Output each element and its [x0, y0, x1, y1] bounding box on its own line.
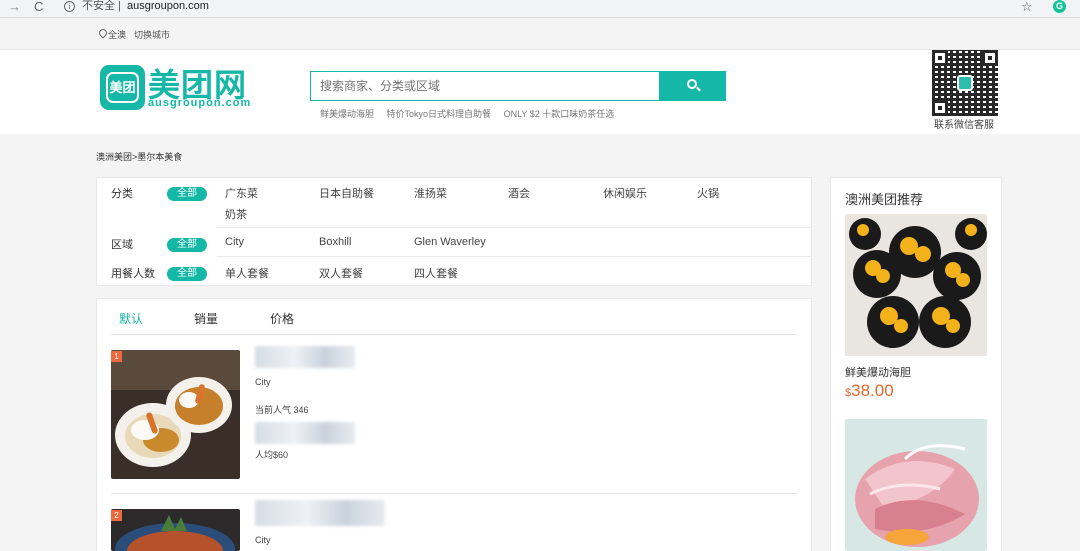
tab-price[interactable]: 价格 [270, 310, 294, 327]
logo-subtitle: ausgroupon.com [148, 97, 252, 109]
current-region: 全澳 [108, 30, 127, 40]
filter-option[interactable]: Glen Waverley [414, 236, 486, 248]
recommendation-image-sea-urchin[interactable] [845, 214, 987, 356]
wechat-logo-icon [957, 75, 973, 91]
browser-toolbar: → C i 不安全 | ausgroupon.com ☆ G [0, 0, 1080, 18]
recommendation-name[interactable]: 鲜美爆动海胆 [845, 364, 911, 380]
address-bar[interactable]: ausgroupon.com [127, 0, 209, 13]
switch-city-link[interactable]: 切换城市 [134, 28, 170, 41]
hot-search-link[interactable]: 鲜美爆动海胆 [320, 109, 374, 119]
filter-option[interactable]: 四人套餐 [414, 265, 458, 281]
filter-option[interactable]: 火锅 [697, 185, 719, 201]
redacted-description [255, 422, 355, 444]
deal-image-noodles[interactable] [111, 509, 240, 551]
hot-search-link[interactable]: 特价Tokyo日式料理自助餐 [387, 109, 492, 119]
deal-price-per-person: 人均$60 [255, 450, 289, 460]
deal-area: City [255, 535, 271, 545]
divider [111, 493, 797, 494]
search-button[interactable] [660, 71, 726, 101]
sidebar-title: 澳洲美团推荐 [845, 192, 924, 207]
filter-option[interactable]: 单人套餐 [225, 265, 269, 281]
breadcrumb[interactable]: 澳洲美团>墨尔本美食 [96, 150, 182, 163]
filter-option[interactable]: 休闲娱乐 [603, 185, 647, 201]
security-label: 不安全 | [82, 0, 121, 12]
hot-search-links: 鲜美爆动海胆 特价Tokyo日式料理自助餐 ONLY $2 十款口味奶茶任选 [320, 107, 624, 120]
price-value: 38.00 [851, 381, 894, 400]
recommendation-price: $38.00 [845, 381, 894, 401]
filter-option[interactable]: 淮扬菜 [414, 185, 447, 201]
filter-option[interactable]: 奶茶 [225, 206, 247, 222]
info-icon[interactable]: i [64, 1, 75, 12]
forward-arrow-icon[interactable]: → [8, 0, 21, 14]
wechat-qr-code [932, 50, 998, 116]
filter-label-party-size: 用餐人数 [111, 268, 155, 280]
qr-caption: 联系微信客服 [934, 120, 994, 131]
rank-badge: 1 [111, 351, 122, 362]
filter-all-area[interactable]: 全部 [167, 238, 207, 252]
filter-label-area: 区域 [111, 239, 133, 251]
deal-image-curry[interactable] [111, 350, 240, 479]
tab-default[interactable]: 默认 [119, 310, 143, 327]
filter-option[interactable]: City [225, 236, 244, 248]
grammarly-extension-icon[interactable]: G [1053, 0, 1066, 13]
hot-search-link[interactable]: ONLY $2 十款口味奶茶任选 [504, 109, 615, 119]
tab-sales[interactable]: 销量 [194, 310, 218, 327]
divider [111, 334, 797, 335]
redacted-title [255, 346, 355, 368]
reload-icon[interactable]: C [34, 0, 43, 14]
bookmark-star-icon[interactable]: ☆ [1021, 0, 1033, 15]
filter-option[interactable]: 双人套餐 [319, 265, 363, 281]
logo-badge-text[interactable]: 美团 [106, 72, 139, 103]
divider [217, 256, 812, 257]
recommendation-image-wagyu[interactable] [845, 419, 987, 551]
search-input[interactable] [310, 71, 660, 101]
filter-option[interactable]: Boxhill [319, 236, 351, 248]
deal-area: City [255, 377, 271, 387]
rank-badge: 2 [111, 510, 122, 521]
filter-option[interactable]: 广东菜 [225, 185, 258, 201]
deal-popularity: 当前人气 346 [255, 405, 309, 415]
filter-label-category: 分类 [111, 188, 133, 200]
redacted-title [255, 500, 385, 526]
filter-all-category[interactable]: 全部 [167, 187, 207, 201]
filter-option[interactable]: 酒会 [508, 185, 530, 201]
filter-option[interactable]: 日本自助餐 [319, 185, 374, 201]
divider [217, 227, 812, 228]
filter-all-party-size[interactable]: 全部 [167, 267, 207, 281]
